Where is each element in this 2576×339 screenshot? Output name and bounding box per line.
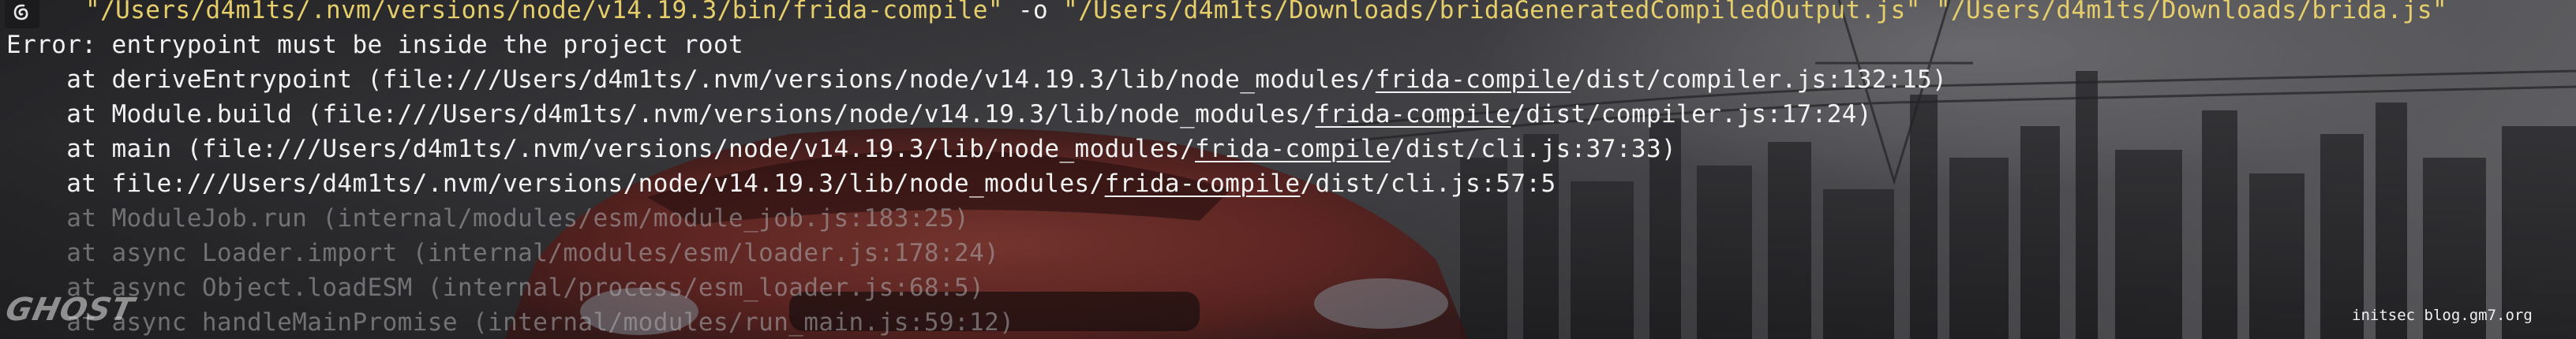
stack-frame-location: /dist/cli.js:37:33) [1390, 135, 1677, 163]
internal-stack-frame: at async Loader.import (internal/modules… [6, 239, 1000, 267]
command-compiler-path: "/Users/d4m1ts/.nvm/versions/node/v14.19… [85, 0, 1003, 24]
stack-frame: at main (file:///Users/d4m1ts/.nvm/versi… [6, 132, 1676, 166]
error-message: Error: entrypoint must be inside the pro… [6, 31, 744, 59]
internal-stack-frame: at async Object.loadESM (internal/proces… [6, 274, 985, 302]
stack-frame: at file:///Users/d4m1ts/.nvm/versions/no… [6, 166, 1556, 201]
internal-stack-frame: at async handleMainPromise (internal/mod… [6, 308, 1015, 337]
module-link[interactable]: frida-compile [1105, 170, 1301, 198]
command-line[interactable]: "/Users/d4m1ts/.nvm/versions/node/v14.19… [85, 0, 2447, 28]
stack-frame-path: at Module.build (file:///Users/d4m1ts/.n… [6, 100, 1316, 129]
stack-frame: at Module.build (file:///Users/d4m1ts/.n… [6, 97, 1872, 132]
command-output-path: "/Users/d4m1ts/Downloads/bridaGeneratedC… [1063, 0, 1921, 24]
command-input-path: "/Users/d4m1ts/Downloads/brida.js" [1920, 0, 2448, 24]
stack-frame-path: at file:///Users/d4m1ts/.nvm/versions/no… [6, 170, 1105, 198]
stack-frame: at deriveEntrypoint (file:///Users/d4m1t… [6, 62, 1947, 97]
module-link[interactable]: frida-compile [1376, 65, 1571, 94]
internal-stack-frame: at ModuleJob.run (internal/modules/esm/m… [6, 204, 970, 233]
stack-frame-location: /dist/cli.js:57:5 [1300, 170, 1556, 198]
module-link[interactable]: frida-compile [1195, 135, 1391, 163]
watermark: initsec blog.gm7.org [2352, 307, 2533, 324]
terminal-window[interactable]: "/Users/d4m1ts/.nvm/versions/node/v14.19… [0, 0, 2576, 339]
stack-frame-location: /dist/compiler.js:17:24) [1511, 100, 1872, 129]
stack-frame-path: at main (file:///Users/d4m1ts/.nvm/versi… [6, 135, 1196, 163]
stack-frame-location: /dist/compiler.js:132:15) [1571, 65, 1948, 94]
wallpaper-logo: GHOST [2, 292, 138, 328]
module-link[interactable]: frida-compile [1316, 100, 1511, 129]
debian-swirl-icon [5, 0, 39, 28]
stack-frame-path: at deriveEntrypoint (file:///Users/d4m1t… [6, 65, 1376, 94]
command-output-flag: -o [1002, 0, 1064, 24]
